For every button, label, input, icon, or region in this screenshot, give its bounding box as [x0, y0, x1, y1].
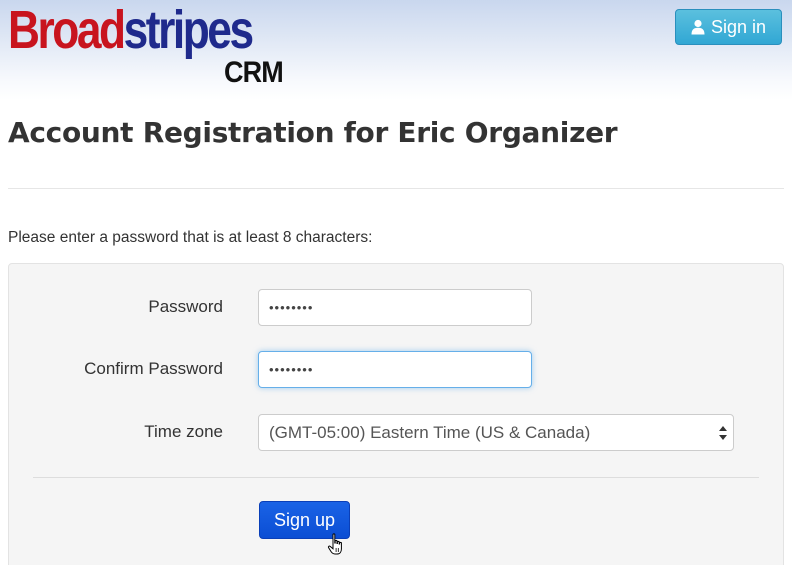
form-divider — [33, 477, 759, 478]
confirm-password-value: •••••••• — [269, 362, 314, 377]
registration-form: Password •••••••• Confirm Password •••••… — [8, 263, 784, 565]
time-zone-label: Time zone — [144, 422, 223, 441]
broadstripes-crm-logo[interactable]: Broadstripes CRM — [8, 0, 288, 92]
logo-crm: CRM — [224, 56, 284, 89]
time-zone-select[interactable]: (GMT-05:00) Eastern Time (US & Canada) — [258, 414, 734, 451]
logo-wordmark: Broadstripes — [8, 0, 254, 60]
page: Broadstripes CRM Sign in Account Registr… — [0, 0, 792, 565]
logo-word-stripes: stripes — [123, 0, 254, 60]
user-icon — [691, 19, 705, 35]
header: Broadstripes CRM Sign in — [0, 0, 792, 100]
password-value: •••••••• — [269, 300, 314, 315]
page-title: Account Registration for Eric Organizer — [8, 116, 618, 149]
sign-up-label: Sign up — [273, 509, 336, 530]
time-zone-value: (GMT-05:00) Eastern Time (US & Canada) — [269, 422, 591, 442]
sign-in-button[interactable]: Sign in — [675, 9, 782, 45]
hand-pointer-cursor-icon — [327, 533, 347, 557]
password-instructions: Please enter a password that is at least… — [8, 229, 373, 246]
select-arrows-icon — [719, 425, 727, 440]
logo-word-broad: Broad — [8, 0, 126, 60]
confirm-password-label: Confirm Password — [84, 359, 223, 378]
password-input[interactable]: •••••••• — [258, 289, 532, 326]
confirm-password-input[interactable]: •••••••• — [258, 351, 532, 388]
title-divider — [8, 188, 784, 189]
password-label: Password — [148, 297, 223, 316]
sign-in-label: Sign in — [710, 16, 767, 37]
